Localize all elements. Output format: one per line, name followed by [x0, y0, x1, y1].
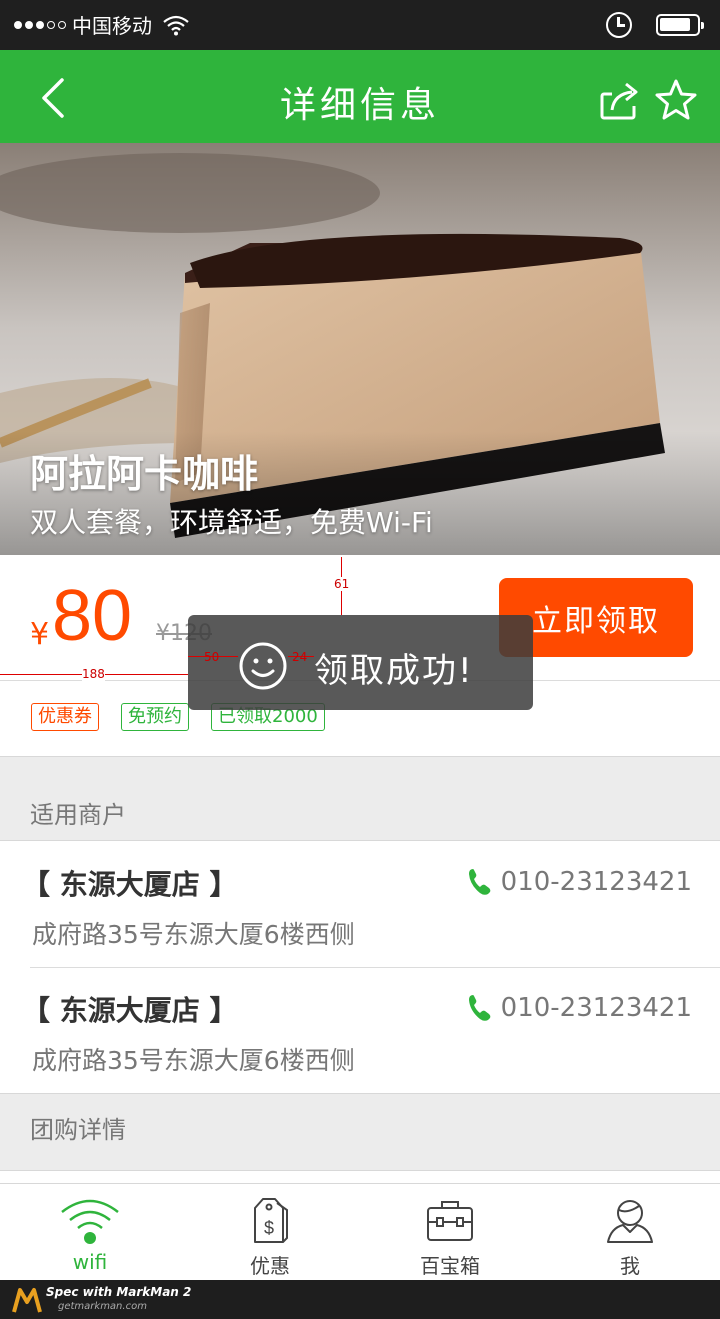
tab-me[interactable]: 我 — [540, 1184, 720, 1281]
price-tag-icon: $ — [254, 1198, 288, 1243]
details-section-header: 团购详情 — [0, 1094, 720, 1171]
tab-wifi[interactable]: wifi — [0, 1184, 180, 1281]
measure-label-gap: 24 — [292, 650, 308, 664]
svg-text:$: $ — [264, 1218, 274, 1238]
tag-coupon: 优惠券 — [31, 703, 99, 731]
signal-strength-icon — [14, 20, 66, 29]
tab-toolbox[interactable]: 百宝箱 — [360, 1184, 540, 1281]
status-bar: 中国移动 — [0, 0, 720, 50]
merchant-phone-number: 010-23123421 — [500, 993, 692, 1023]
merchant-list: 【 东源大厦店 】 010-23123421 成府路35号东源大厦6楼西侧 【 … — [0, 840, 720, 1094]
details-header-label: 团购详情 — [30, 1116, 126, 1144]
wifi-status-icon — [163, 15, 189, 35]
details-content-strip — [0, 1171, 720, 1183]
phone-icon — [468, 995, 490, 1021]
merchants-section-header: 适用商户 — [0, 757, 720, 840]
merchant-address: 成府路35号东源大厦6楼西侧 — [32, 1046, 355, 1075]
watermark-line2: getmarkman.com — [58, 1301, 147, 1312]
toolbox-icon — [427, 1201, 473, 1241]
battery-icon — [656, 14, 704, 36]
tag-no-reservation: 免预约 — [121, 703, 189, 731]
toast-message: 领取成功! — [314, 651, 474, 691]
measure-label-top: 61 — [334, 577, 350, 591]
wifi-icon — [61, 1199, 119, 1244]
favorite-star-button[interactable] — [654, 78, 698, 122]
merchant-phone[interactable]: 010-23123421 — [467, 867, 692, 897]
store-name: 阿拉阿卡咖啡 — [30, 452, 259, 496]
deal-subtitle: 双人套餐，环境舒适，免费Wi-Fi — [30, 506, 433, 539]
markman-logo-icon — [12, 1288, 42, 1313]
watermark-line1: Spec with MarkMan 2 — [46, 1285, 192, 1299]
hero-image: 阿拉阿卡咖啡 双人套餐，环境舒适，免费Wi-Fi — [0, 143, 720, 555]
alarm-clock-icon — [606, 12, 632, 38]
merchant-phone-number: 010-23123421 — [500, 867, 692, 897]
nav-bar: 详细信息 — [0, 50, 720, 143]
status-left: 中国移动 — [14, 10, 190, 39]
status-right — [606, 12, 704, 38]
merchant-address: 成府路35号东源大厦6楼西侧 — [32, 920, 355, 949]
tab-deals-label: 优惠 — [250, 1254, 290, 1278]
phone-icon — [468, 869, 490, 895]
smiley-icon — [239, 642, 287, 690]
merchant-name: 【 东源大厦店 】 — [22, 868, 238, 901]
merchants-header-label: 适用商户 — [30, 801, 126, 829]
success-toast: 50 24 领取成功! — [188, 615, 533, 710]
merchant-name: 【 东源大厦店 】 — [22, 994, 238, 1027]
measure-label-icon: 50 — [204, 650, 220, 664]
share-button[interactable] — [598, 80, 642, 120]
tab-toolbox-label: 百宝箱 — [420, 1254, 480, 1278]
tab-wifi-label: wifi — [72, 1250, 108, 1274]
tab-me-label: 我 — [620, 1254, 640, 1278]
markman-watermark: Spec with MarkMan 2 getmarkman.com — [0, 1280, 720, 1319]
carrier-name: 中国移动 — [72, 14, 152, 38]
currency-symbol: ¥ — [30, 617, 50, 652]
merchant-item[interactable]: 【 东源大厦店 】 010-23123421 成府路35号东源大厦6楼西侧 — [0, 841, 720, 967]
merchant-phone[interactable]: 010-23123421 — [467, 993, 692, 1023]
user-icon — [607, 1200, 653, 1243]
tab-bar: wifi $ 优惠 百宝箱 我 — [0, 1183, 720, 1280]
merchant-item[interactable]: 【 东源大厦店 】 010-23123421 成府路35号东源大厦6楼西侧 — [0, 967, 720, 1093]
tab-deals[interactable]: $ 优惠 — [180, 1184, 360, 1281]
deal-price: 80 — [52, 576, 133, 656]
measure-label-left: 188 — [82, 667, 105, 681]
